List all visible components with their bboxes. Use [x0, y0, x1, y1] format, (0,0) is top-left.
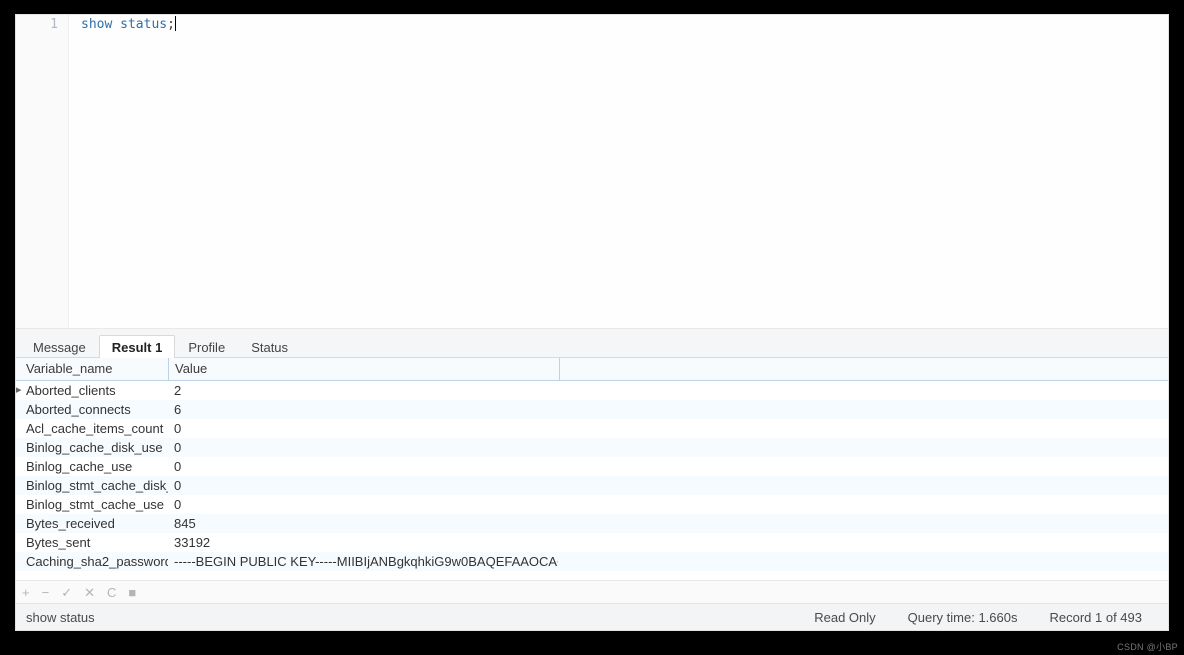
cell-var: Acl_cache_items_count: [20, 419, 168, 438]
refresh-icon[interactable]: C: [107, 586, 116, 599]
cancel-icon[interactable]: ✕: [84, 586, 95, 599]
column-header-variable[interactable]: Variable_name: [20, 358, 169, 380]
status-querytime: Query time: 1.660s: [892, 610, 1034, 625]
status-bar: show status Read Only Query time: 1.660s…: [16, 603, 1168, 630]
cell-val: 0: [168, 476, 558, 495]
table-row[interactable]: Bytes_sent 33192: [16, 533, 1168, 552]
tab-result[interactable]: Result 1: [99, 335, 176, 358]
table-row[interactable]: Aborted_connects 6: [16, 400, 1168, 419]
grid-toolbar: + − ✓ ✕ C ■: [16, 580, 1168, 603]
cell-var: Aborted_clients: [20, 381, 168, 400]
cell-val: 0: [168, 438, 558, 457]
line-number: 1: [16, 15, 68, 35]
cell-val: -----BEGIN PUBLIC KEY-----MIIBIjANBgkqhk…: [168, 552, 558, 571]
cell-var: Binlog_cache_disk_use: [20, 438, 168, 457]
apply-icon[interactable]: ✓: [61, 586, 72, 599]
table-row[interactable]: Binlog_cache_use 0: [16, 457, 1168, 476]
identifier: status: [120, 17, 167, 32]
tab-message[interactable]: Message: [20, 335, 99, 358]
cell-val: 845: [168, 514, 558, 533]
cell-var: Binlog_stmt_cache_use: [20, 495, 168, 514]
punct: ;: [167, 17, 175, 32]
tab-status[interactable]: Status: [238, 335, 301, 358]
text-caret: [175, 16, 176, 31]
table-row[interactable]: Bytes_received 845: [16, 514, 1168, 533]
result-grid[interactable]: Variable_name Value Aborted_clients 2 Ab…: [16, 358, 1168, 580]
cell-val: 0: [168, 495, 558, 514]
keyword: show: [81, 17, 112, 32]
cell-val: 0: [168, 457, 558, 476]
cell-val: 33192: [168, 533, 558, 552]
remove-row-icon[interactable]: −: [42, 586, 50, 599]
table-row[interactable]: Binlog_cache_disk_use 0: [16, 438, 1168, 457]
cell-val: 0: [168, 419, 558, 438]
cell-var: Binlog_stmt_cache_disk_: [20, 476, 168, 495]
cell-var: Aborted_connects: [20, 400, 168, 419]
cell-var: Caching_sha2_password_: [20, 552, 168, 571]
cell-val: 6: [168, 400, 558, 419]
table-row[interactable]: Binlog_stmt_cache_disk_ 0: [16, 476, 1168, 495]
table-row[interactable]: Aborted_clients 2: [16, 381, 1168, 400]
status-query: show status: [26, 610, 95, 625]
grid-header: Variable_name Value: [16, 358, 1168, 381]
code-area[interactable]: show status;: [69, 15, 1168, 328]
status-record: Record 1 of 493: [1033, 610, 1158, 625]
sql-editor[interactable]: 1 show status;: [16, 15, 1168, 329]
tab-profile[interactable]: Profile: [175, 335, 238, 358]
table-row[interactable]: Acl_cache_items_count 0: [16, 419, 1168, 438]
table-row[interactable]: Binlog_stmt_cache_use 0: [16, 495, 1168, 514]
watermark: CSDN @小BP: [1117, 640, 1178, 653]
stop-icon[interactable]: ■: [128, 586, 136, 599]
cell-var: Binlog_cache_use: [20, 457, 168, 476]
table-row[interactable]: Caching_sha2_password_ -----BEGIN PUBLIC…: [16, 552, 1168, 571]
cell-val: 2: [168, 381, 558, 400]
column-header-value[interactable]: Value: [169, 358, 560, 380]
status-readonly: Read Only: [798, 610, 891, 625]
add-row-icon[interactable]: +: [22, 586, 30, 599]
cell-var: Bytes_received: [20, 514, 168, 533]
gutter: 1: [16, 15, 69, 328]
result-tabs: Message Result 1 Profile Status: [16, 329, 1168, 358]
cell-var: Bytes_sent: [20, 533, 168, 552]
